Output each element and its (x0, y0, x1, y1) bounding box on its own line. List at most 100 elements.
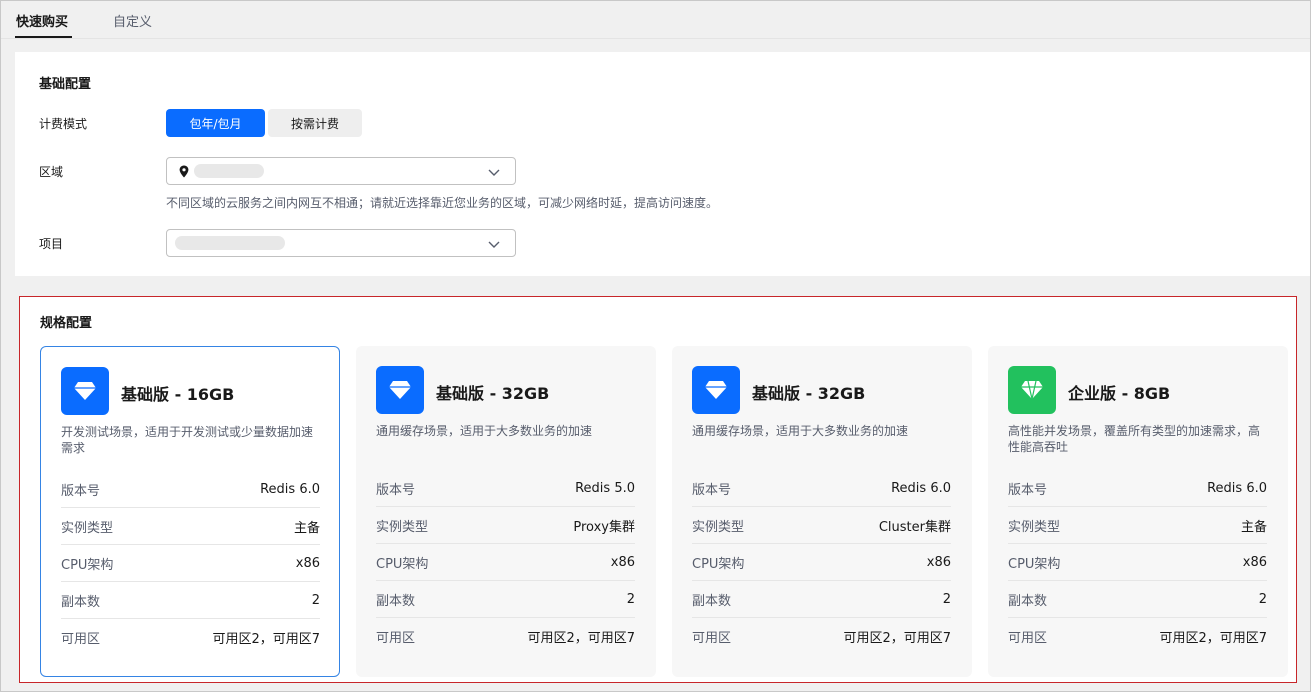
spec-key: 副本数 (61, 594, 101, 610)
spec-value: Redis 6.0 (1207, 480, 1267, 496)
spec-row-instance-type: 实例类型 主备 (61, 508, 320, 545)
billing-mode-label: 计费模式 (39, 117, 88, 131)
spec-row-version: 版本号 Redis 5.0 (376, 470, 635, 507)
spec-value: 2 (942, 591, 951, 607)
spec-row-cpu-arch: CPU架构 x86 (376, 544, 635, 581)
spec-value: Proxy集群 (573, 519, 635, 535)
spec-value: Redis 5.0 (575, 480, 635, 496)
spec-table: 版本号 Redis 6.0 实例类型 主备 CPU架构 x86 副本数 2 可用区 可用区… (61, 471, 320, 656)
card-title: 基础版 - 32GB (436, 384, 550, 403)
card-description: 通用缓存场景，适用于大多数业务的加速 (376, 424, 593, 438)
basic-config-title: 基础配置 (39, 77, 92, 92)
spec-value: 可用区2，可用区7 (212, 632, 320, 647)
spec-table: 版本号 Redis 6.0 实例类型 Cluster集群 CPU架构 x86 副本数 2… (692, 470, 951, 655)
spec-key: 版本号 (692, 482, 732, 498)
spec-key: 实例类型 (692, 519, 745, 535)
spec-value: x86 (295, 555, 320, 571)
location-pin-icon (179, 165, 189, 178)
chevron-down-icon (488, 169, 500, 176)
basic-config-panel: 基础配置 计费模式 包年/包月 按需计费 区域 不同区域的云服务之间内网互不相通… (15, 52, 1310, 276)
spec-key: 可用区 (692, 631, 732, 646)
spec-value: x86 (1242, 554, 1267, 570)
card-description: 通用缓存场景，适用于大多数业务的加速 (692, 424, 909, 438)
spec-key: CPU架构 (692, 556, 745, 572)
spec-row-instance-type: 实例类型 主备 (1008, 507, 1267, 544)
spec-table: 版本号 Redis 5.0 实例类型 Proxy集群 CPU架构 x86 副本数 2 可… (376, 470, 635, 655)
spec-row-instance-type: 实例类型 Cluster集群 (692, 507, 951, 544)
diamond-icon (376, 366, 424, 414)
region-value-redacted (194, 164, 264, 178)
spec-row-az: 可用区 可用区2，可用区7 (376, 618, 635, 655)
spec-table: 版本号 Redis 6.0 实例类型 主备 CPU架构 x86 副本数 2 可用区 可用区… (1008, 470, 1267, 655)
spec-row-version: 版本号 Redis 6.0 (1008, 470, 1267, 507)
spec-row-az: 可用区 可用区2，可用区7 (61, 619, 320, 656)
spec-key: 可用区 (1008, 631, 1048, 646)
billing-yearly-monthly-button[interactable]: 包年/包月 (166, 109, 265, 137)
project-select[interactable] (166, 229, 516, 257)
spec-row-az: 可用区 可用区2，可用区7 (692, 618, 951, 655)
spec-value: 2 (1258, 591, 1267, 607)
spec-value: 可用区2，可用区7 (843, 631, 951, 646)
spec-row-az: 可用区 可用区2，可用区7 (1008, 618, 1267, 655)
card-description: 高性能并发场景，覆盖所有类型的加速需求，高性能高吞吐 (1008, 424, 1261, 454)
spec-value: 2 (311, 592, 320, 608)
project-label: 项目 (39, 237, 64, 251)
spec-row-version: 版本号 Redis 6.0 (61, 471, 320, 508)
spec-key: 副本数 (692, 593, 732, 609)
spec-config-title: 规格配置 (40, 316, 93, 331)
spec-value: Redis 6.0 (891, 480, 951, 496)
spec-key: 版本号 (1008, 482, 1048, 498)
spec-row-instance-type: 实例类型 Proxy集群 (376, 507, 635, 544)
spec-key: 实例类型 (376, 519, 429, 535)
spec-value: 主备 (1240, 519, 1267, 535)
spec-key: 版本号 (61, 483, 101, 499)
spec-row-cpu-arch: CPU架构 x86 (61, 545, 320, 582)
spec-key: 可用区 (376, 631, 416, 646)
tab-quick-buy[interactable]: 快速购买 (16, 11, 68, 30)
chevron-down-icon (488, 241, 500, 248)
spec-value: 主备 (293, 520, 320, 536)
active-tab-indicator (15, 36, 72, 38)
spec-value: Cluster集群 (878, 519, 951, 535)
spec-key: 副本数 (376, 593, 416, 609)
spec-card-enterprise-8gb[interactable]: 企业版 - 8GB 高性能并发场景，覆盖所有类型的加速需求，高性能高吞吐 版本号… (988, 346, 1288, 677)
spec-row-version: 版本号 Redis 6.0 (692, 470, 951, 507)
card-title: 基础版 - 32GB (752, 384, 866, 403)
region-select[interactable] (166, 157, 516, 185)
spec-key: 版本号 (376, 482, 416, 498)
region-hint: 不同区域的云服务之间内网互不相通；请就近选择靠近您业务的区域，可减少网络时延，提… (166, 196, 719, 210)
spec-value: 可用区2，可用区7 (1159, 631, 1267, 646)
tab-custom[interactable]: 自定义 (113, 11, 152, 30)
spec-card-basic-32gb-cluster[interactable]: 基础版 - 32GB 通用缓存场景，适用于大多数业务的加速 版本号 Redis 6… (672, 346, 972, 677)
spec-key: 实例类型 (61, 520, 114, 536)
spec-key: CPU架构 (376, 556, 429, 572)
spec-row-cpu-arch: CPU架构 x86 (1008, 544, 1267, 581)
spec-value: 2 (626, 591, 635, 607)
spec-value: x86 (610, 554, 635, 570)
spec-key: 可用区 (61, 632, 101, 647)
spec-row-replicas: 副本数 2 (1008, 581, 1267, 618)
card-description: 开发测试场景，适用于开发测试或少量数据加速需求 (61, 425, 314, 455)
diamond-icon (1008, 366, 1056, 414)
diamond-icon (61, 367, 109, 415)
spec-row-cpu-arch: CPU架构 x86 (692, 544, 951, 581)
spec-value: 可用区2，可用区7 (527, 631, 635, 646)
spec-card-basic-16gb[interactable]: 基础版 - 16GB 开发测试场景，适用于开发测试或少量数据加速需求 版本号 Re… (40, 346, 340, 677)
spec-row-replicas: 副本数 2 (61, 582, 320, 619)
project-value-redacted (175, 236, 285, 250)
card-title: 基础版 - 16GB (121, 385, 235, 404)
billing-pay-per-use-button[interactable]: 按需计费 (268, 109, 362, 137)
spec-row-replicas: 副本数 2 (376, 581, 635, 618)
region-label: 区域 (39, 165, 64, 179)
purchase-tabs: 快速购买 自定义 (1, 1, 1310, 39)
spec-key: 副本数 (1008, 593, 1048, 609)
spec-value: Redis 6.0 (260, 481, 320, 497)
spec-value: x86 (926, 554, 951, 570)
spec-config-panel: 规格配置 基础版 - 16GB 开发测试场景，适用于开发测试或少量数据加速需求 … (19, 296, 1297, 683)
spec-key: 实例类型 (1008, 519, 1061, 535)
spec-row-replicas: 副本数 2 (692, 581, 951, 618)
spec-card-basic-32gb-proxy[interactable]: 基础版 - 32GB 通用缓存场景，适用于大多数业务的加速 版本号 Redis 5… (356, 346, 656, 677)
spec-key: CPU架构 (61, 557, 114, 573)
diamond-icon (692, 366, 740, 414)
card-title: 企业版 - 8GB (1068, 384, 1171, 403)
